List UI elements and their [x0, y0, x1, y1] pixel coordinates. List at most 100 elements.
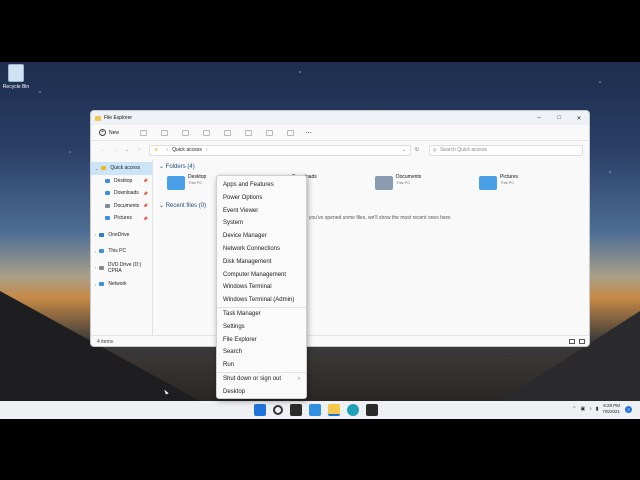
recycle-bin-label: Recycle Bin [2, 84, 30, 90]
menu-item-event-viewer[interactable]: Event Viewer [217, 205, 306, 218]
nav-item-this-pc[interactable]: › This PC [91, 245, 152, 258]
menu-item-apps-and-features[interactable]: Apps and Features [217, 179, 306, 192]
chevron-down-icon: ⌄ [159, 164, 166, 170]
chevron-down-icon: ⌄ [95, 165, 99, 171]
menu-item-search[interactable]: Search [217, 346, 306, 359]
desktop: Recycle Bin File Explorer – □ ✕ + New ⋯ … [0, 62, 640, 419]
folder-tile-pictures[interactable]: Pictures This PC [479, 174, 583, 200]
title-bar[interactable]: File Explorer – □ ✕ [91, 111, 589, 125]
nav-item-quick-access[interactable]: ⌄ Quick access [91, 162, 152, 175]
recycle-bin-shortcut[interactable]: Recycle Bin [2, 64, 30, 90]
folder-tile-documents[interactable]: Documents This PC [375, 174, 479, 200]
search-input[interactable]: ⚲ Search Quick access [429, 144, 583, 156]
menu-item-network-connections[interactable]: Network Connections [217, 243, 306, 256]
folder-location: This PC [500, 180, 515, 185]
up-icon[interactable]: ↑ [133, 147, 145, 153]
widgets-icon[interactable] [309, 404, 321, 416]
folders-heading[interactable]: ⌄ Folders (4) [159, 163, 583, 170]
copy-icon[interactable] [161, 129, 169, 136]
share-icon[interactable] [224, 129, 232, 136]
tiles-view-icon[interactable] [579, 339, 585, 344]
rename-icon[interactable] [203, 129, 211, 136]
notification-badge[interactable]: 3 [625, 405, 632, 413]
nav-item-downloads[interactable]: Downloads 📌 [91, 187, 152, 200]
pin-icon: 📌 [143, 215, 148, 221]
maximize-button[interactable]: □ [549, 115, 569, 122]
nav-label: Pictures [114, 215, 133, 222]
menu-item-device-manager[interactable]: Device Manager [217, 230, 306, 243]
close-button[interactable]: ✕ [569, 115, 589, 122]
menu-item-power-options[interactable]: Power Options [217, 192, 306, 205]
nav-label: Quick access [110, 165, 141, 172]
address-location: Quick access [172, 147, 202, 153]
nav-item-onedrive[interactable]: › OneDrive [91, 229, 152, 242]
chevron-right-icon: › [166, 147, 169, 153]
new-button[interactable]: + New [99, 129, 119, 136]
network-icon[interactable]: ▣ [580, 406, 585, 412]
menu-item-desktop[interactable]: Desktop [217, 386, 306, 399]
clock[interactable]: 9:28 PM 7/6/2021 [602, 403, 620, 415]
clock-date: 7/6/2021 [602, 409, 620, 414]
downloads-icon [105, 191, 110, 196]
menu-item-run[interactable]: Run [217, 359, 306, 372]
menu-item-shut-down-or-sign-out[interactable]: Shut down or sign out › [217, 373, 306, 386]
menu-item-file-explorer[interactable]: File Explorer [217, 334, 306, 347]
star-icon [101, 166, 107, 171]
chevron-right-icon: › [95, 281, 97, 287]
cut-icon[interactable] [140, 129, 148, 136]
back-icon[interactable]: ← [97, 147, 109, 153]
nav-item-documents[interactable]: Documents 📌 [91, 200, 152, 213]
more-options-icon[interactable]: ⋯ [305, 129, 312, 137]
menu-item-disk-management[interactable]: Disk Management [217, 256, 306, 269]
pictures-icon [105, 216, 110, 221]
delete-icon[interactable] [245, 129, 253, 136]
nav-item-desktop[interactable]: Desktop 📌 [91, 175, 152, 188]
volume-icon[interactable]: ♪ [589, 406, 592, 412]
window-title: File Explorer [104, 115, 133, 121]
folder-location: This PC [396, 180, 411, 185]
sort-icon[interactable] [266, 129, 274, 136]
edge-icon[interactable] [347, 404, 359, 416]
pin-icon: 📌 [143, 203, 148, 209]
address-bar[interactable]: ★ › Quick access › ⌄ [149, 144, 411, 156]
recent-locations-icon[interactable]: ⌄ [121, 147, 133, 153]
refresh-icon[interactable]: ↻ [411, 147, 423, 153]
task-view-icon[interactable] [290, 404, 302, 416]
folder-icon [479, 176, 497, 190]
minimize-button[interactable]: – [529, 115, 549, 122]
search-icon[interactable] [273, 405, 283, 415]
cloud-icon [99, 232, 105, 237]
nav-label: Documents [114, 202, 140, 209]
folder-icon [375, 176, 393, 190]
nav-item-network[interactable]: › Network [91, 278, 152, 291]
menu-item-windows-terminal[interactable]: Windows Terminal [217, 281, 306, 294]
paste-icon[interactable] [182, 129, 190, 136]
nav-item-dvd-drive[interactable]: › DVD Drive (D:) CPRA [91, 262, 152, 275]
details-view-icon[interactable] [569, 339, 575, 344]
menu-item-computer-management[interactable]: Computer Management [217, 269, 306, 282]
start-icon[interactable] [254, 404, 266, 416]
file-explorer-icon[interactable] [328, 404, 340, 416]
menu-item-task-manager[interactable]: Task Manager [217, 308, 306, 321]
battery-icon[interactable]: ▮ [596, 406, 599, 412]
view-icon[interactable] [287, 129, 295, 136]
desktop-icon [105, 178, 110, 183]
pin-icon: 📌 [143, 190, 148, 196]
folder-icon [95, 115, 101, 121]
store-icon[interactable] [366, 404, 378, 416]
recycle-bin-icon [8, 64, 24, 82]
menu-item-settings[interactable]: Settings [217, 321, 306, 334]
chevron-up-icon[interactable]: ⌃ [572, 406, 576, 412]
folder-location: This PC [188, 180, 203, 185]
network-icon [99, 282, 105, 287]
nav-item-pictures[interactable]: Pictures 📌 [91, 212, 152, 225]
navigation-pane: ⌄ Quick access Desktop 📌 Downloads 📌 Doc [91, 159, 153, 335]
command-bar: + New ⋯ [91, 125, 589, 141]
address-row: ← → ⌄ ↑ ★ › Quick access › ⌄ ↻ ⚲ Search … [91, 141, 589, 159]
chevron-down-icon[interactable]: ⌄ [402, 147, 406, 153]
nav-label: Network [108, 281, 127, 288]
menu-item-label: Shut down or sign out [223, 375, 282, 382]
menu-item-windows-terminal-admin[interactable]: Windows Terminal (Admin) [217, 294, 306, 307]
menu-item-system[interactable]: System [217, 217, 306, 230]
forward-icon[interactable]: → [109, 147, 121, 153]
